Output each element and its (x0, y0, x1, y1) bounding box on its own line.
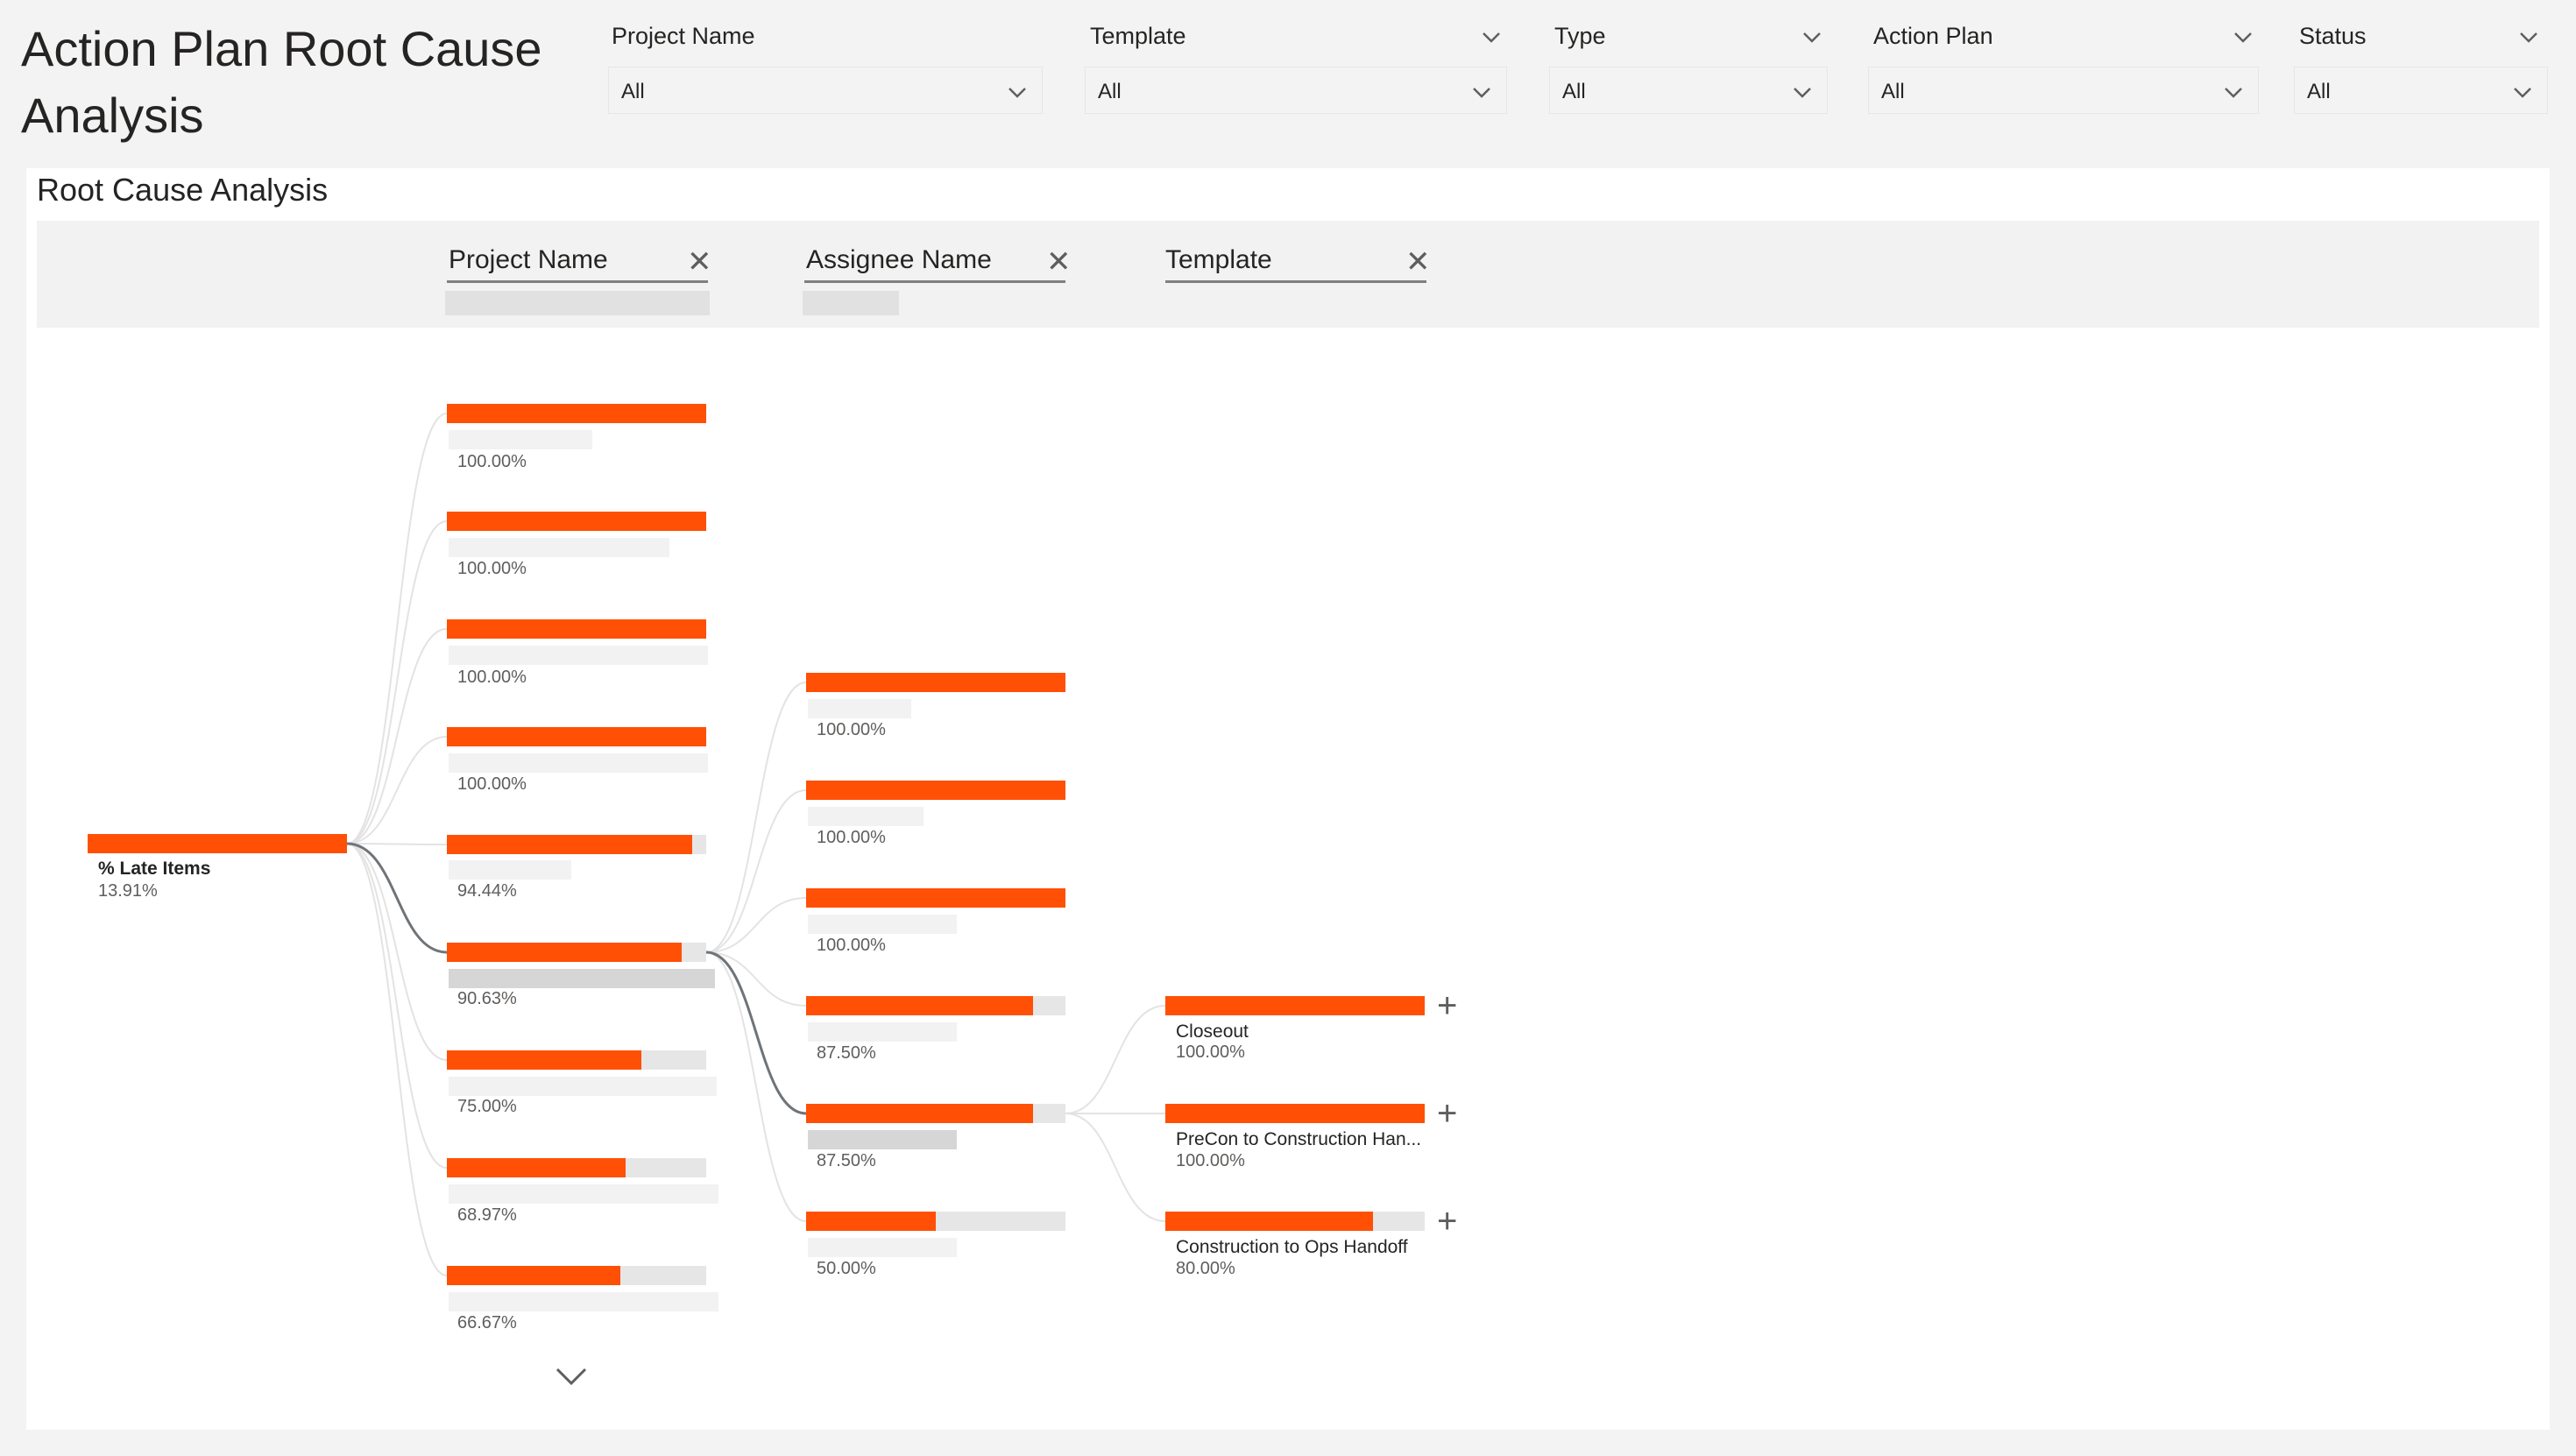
node-value: 100.00% (457, 452, 527, 471)
plus-icon[interactable]: + (1437, 988, 1457, 1023)
node-label: Closeout (1176, 1021, 1249, 1042)
connector-line (705, 951, 807, 1007)
node-label-placeholder (808, 699, 911, 718)
node-value: 75.00% (457, 1097, 517, 1116)
plus-icon[interactable]: + (1437, 1204, 1457, 1239)
node-bar (1165, 1212, 1373, 1231)
connector-line (705, 682, 807, 953)
node-value: 50.00% (817, 1259, 876, 1278)
node-label-placeholder (808, 807, 924, 826)
node-label-placeholder (449, 969, 715, 988)
node-bar (447, 1158, 626, 1177)
node-value: 66.67% (457, 1313, 517, 1332)
node-value: 100.00% (457, 559, 527, 578)
connector-line (1065, 1005, 1166, 1114)
connector-line (346, 843, 448, 1169)
node-bar (806, 673, 1065, 692)
connector-line (346, 520, 448, 845)
node-bar (1165, 1104, 1425, 1123)
connector-line (1065, 1113, 1166, 1222)
node-label-placeholder (449, 1077, 717, 1096)
connector-line (346, 413, 448, 845)
chevron-down-icon[interactable] (552, 1362, 591, 1389)
node-bar (806, 996, 1033, 1015)
plus-icon[interactable]: + (1437, 1096, 1457, 1131)
connector-line (346, 843, 448, 1276)
node-label: % Late Items (98, 859, 211, 879)
node-bar (447, 1266, 620, 1285)
node-label: Construction to Ops Handoff (1176, 1237, 1408, 1257)
node-value: 80.00% (1176, 1259, 1235, 1278)
node-label-placeholder (449, 1184, 718, 1204)
node-label-placeholder (449, 538, 669, 557)
node-label-placeholder (808, 1022, 957, 1042)
node-bar (447, 835, 692, 854)
node-bar (447, 1050, 641, 1070)
node-value: 94.44% (457, 881, 517, 901)
node-label-placeholder (449, 646, 708, 665)
connector-line (346, 628, 448, 845)
connector-line (346, 843, 448, 1061)
node-bar (1165, 996, 1425, 1015)
node-label-placeholder (449, 753, 708, 773)
node-value: 100.00% (457, 774, 527, 794)
node-label-placeholder (449, 860, 571, 880)
node-bar (447, 404, 706, 423)
node-value: 87.50% (817, 1151, 876, 1170)
node-label-placeholder (449, 430, 592, 449)
node-label-placeholder (808, 1130, 957, 1149)
node-label-placeholder (808, 915, 957, 934)
node-bar (806, 888, 1065, 908)
node-value: 13.91% (98, 881, 158, 901)
node-value: 68.97% (457, 1205, 517, 1225)
node-bar (447, 727, 706, 746)
node-value: 100.00% (1176, 1043, 1245, 1062)
connector-line (346, 843, 448, 845)
node-bar (806, 781, 1065, 800)
node-value: 100.00% (457, 668, 527, 687)
node-bar (88, 834, 347, 853)
node-value: 87.50% (817, 1043, 876, 1063)
node-bar (806, 1104, 1033, 1123)
node-label: PreCon to Construction Han... (1176, 1129, 1422, 1149)
node-bar (447, 512, 706, 531)
node-bar (806, 1212, 936, 1231)
node-value: 90.63% (457, 989, 517, 1008)
node-bar (447, 619, 706, 639)
node-label-placeholder (449, 1292, 718, 1311)
node-label-placeholder (808, 1238, 957, 1257)
node-value: 100.00% (817, 936, 886, 955)
node-value: 100.00% (817, 828, 886, 847)
connector-line (705, 951, 807, 1222)
node-value: 100.00% (817, 720, 886, 739)
node-bar (447, 943, 682, 962)
node-value: 100.00% (1176, 1151, 1245, 1170)
